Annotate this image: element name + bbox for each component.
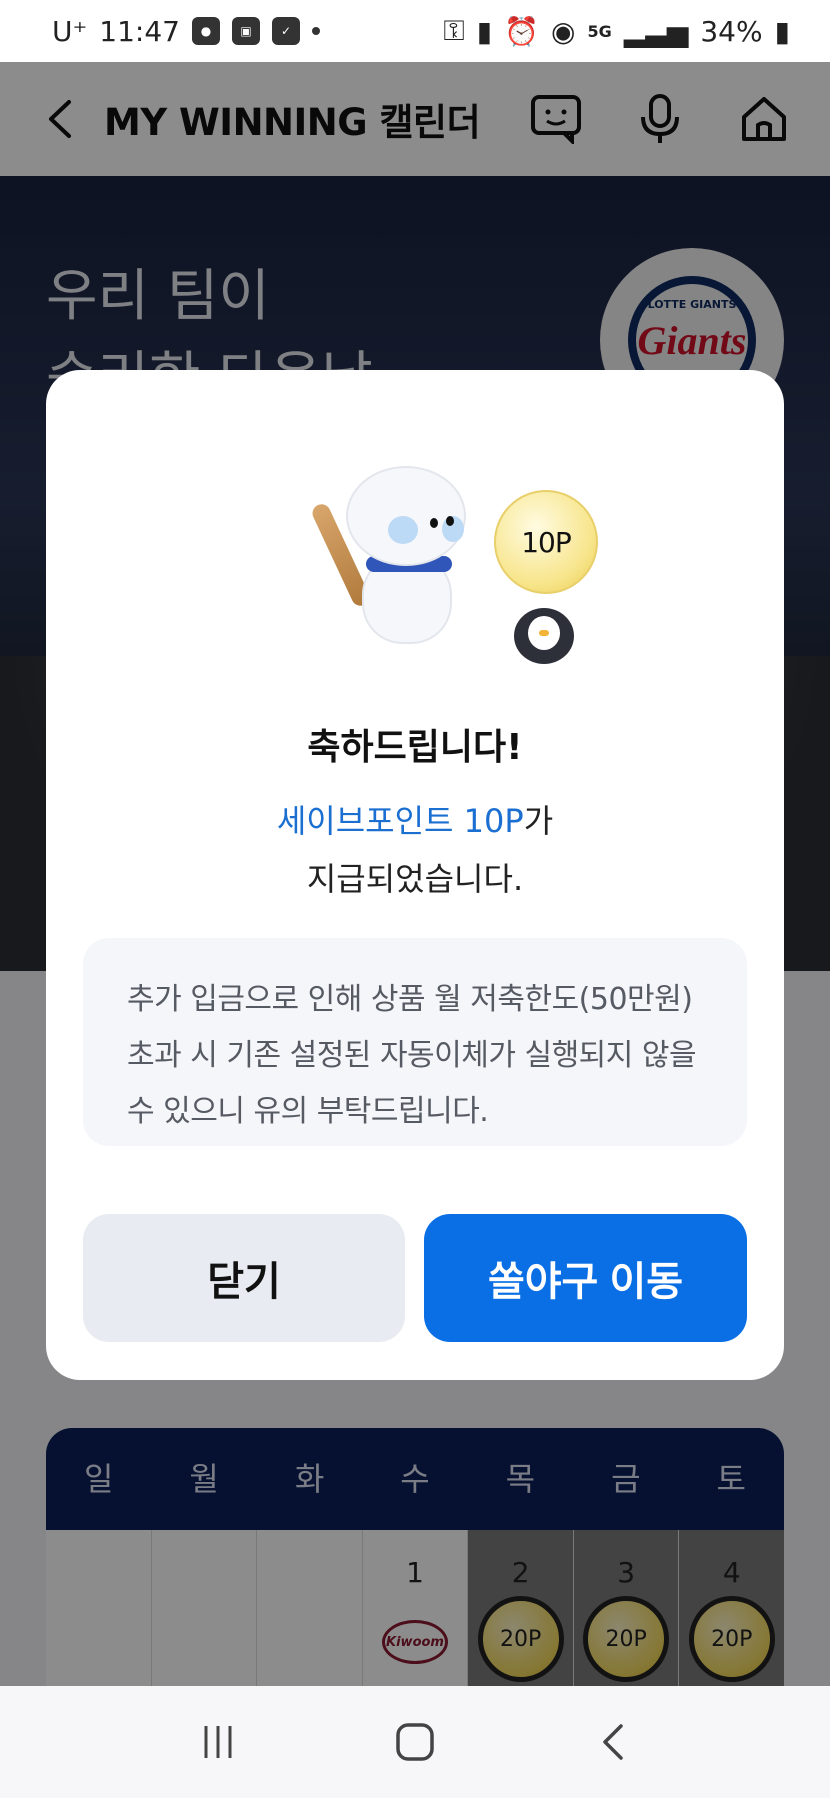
lock-app-icon: ● [191,17,220,45]
notice-box: 추가 입금으로 인해 상품 월 저축한도(50만원)초과 시 기존 설정된 자동… [83,938,747,1146]
network-5g-label: 5G [587,21,612,41]
carrier-label: U⁺ [52,14,88,48]
signal-icon: ▂▃▅ [623,14,689,48]
dialog-message-line-1: 세이브포인트 10P가 [46,796,784,842]
polar-bear-mascot-icon [309,460,482,650]
coin-label: 10P [521,525,572,559]
system-nav-bar [0,1686,830,1798]
celebration-illustration: 10P [282,460,602,664]
point-highlight: 세이브포인트 10P [276,802,524,840]
key-icon: ⚿ [443,14,465,47]
shoe-icon: ✓ [271,17,300,45]
penguin-mascot-icon [514,608,574,664]
notice-text: 추가 입금으로 인해 상품 월 저축한도(50만원)초과 시 기존 설정된 자동… [127,982,697,1129]
dialog-message-line-2: 지급되었습니다. [306,860,524,898]
hotspot-icon: ◉ [551,14,576,48]
battery-percent: 34% [700,14,763,48]
alarm-icon: ⏰ [504,14,540,48]
battery-icon: ▮ [774,14,790,48]
more-notifications-icon [311,27,320,35]
status-bar: U⁺ 11:47 ● ▣ ✓ ⚿ ▮ ⏰ ◉ 5G ▂▃▅ 34% ▮ [0,0,830,62]
point-coin-icon: 10P [494,490,598,594]
battery-saver-icon: ▮ [476,14,493,48]
clock: 11:47 [99,14,180,48]
home-nav-icon[interactable] [385,1712,445,1772]
message-suffix: 가 [523,802,554,840]
back-nav-icon[interactable] [582,1712,642,1772]
dialog-title: 축하드립니다! [307,727,523,768]
gallery-icon: ▣ [231,17,260,45]
reward-dialog: 10P 축하드립니다! 세이브포인트 10P가 지급되었습니다. 추가 입금으로… [46,370,784,1380]
close-button[interactable]: 닫기 [83,1214,405,1342]
recent-apps-icon[interactable] [188,1712,248,1772]
go-to-baseball-button[interactable]: 쏠야구 이동 [424,1214,747,1342]
